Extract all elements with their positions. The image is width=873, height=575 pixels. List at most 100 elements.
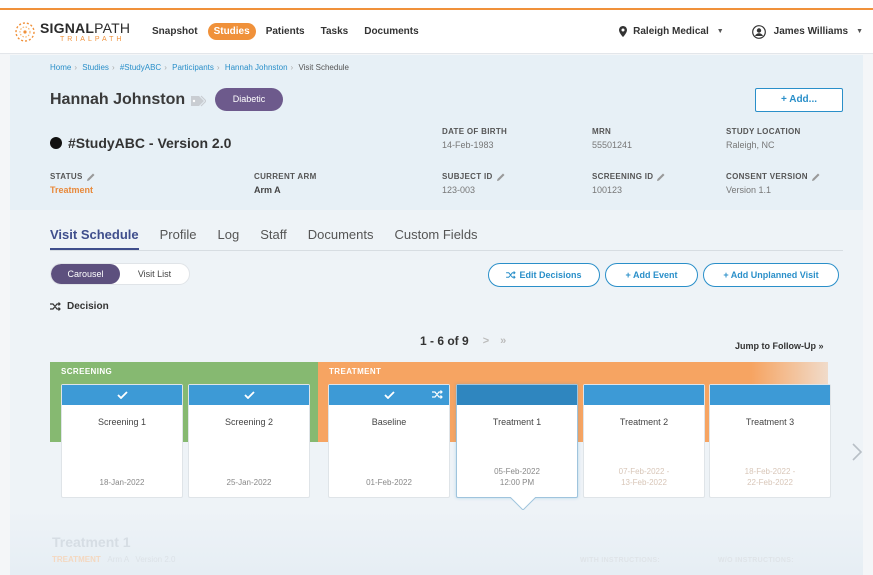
- patient-name: Hannah Johnston: [50, 91, 186, 108]
- location-selector[interactable]: Raleigh Medical ▼: [619, 26, 724, 37]
- tab-profile[interactable]: Profile: [160, 227, 197, 250]
- visit-title: Treatment 1: [492, 417, 542, 427]
- user-name: James Williams: [773, 26, 849, 37]
- study-color-dot: [50, 137, 62, 149]
- visit-card-screening-1[interactable]: Screening 1 18-Jan-2022: [61, 384, 183, 498]
- nav-patients[interactable]: Patients: [266, 26, 305, 37]
- check-icon: [116, 391, 128, 399]
- dob-value: 14-Feb-1983: [442, 140, 494, 150]
- treatment-band-label: TREATMENT: [329, 367, 382, 376]
- visit-time: 12:00 PM: [499, 478, 535, 487]
- logo[interactable]: SIGNALPATH TRIALPATH: [14, 21, 142, 43]
- location-name: Raleigh Medical: [633, 26, 709, 37]
- detail-title: Treatment 1: [52, 534, 131, 550]
- with-instructions-label: WITH INSTRUCTIONS:: [580, 557, 661, 564]
- breadcrumb-patient[interactable]: Hannah Johnston: [225, 63, 288, 72]
- carousel-next-chevron-icon[interactable]: [852, 443, 862, 461]
- visit-card-treatment-2[interactable]: Treatment 2 07-Feb-2022 - 13-Feb-2022: [583, 384, 705, 498]
- pager-next-arrows[interactable]: > »: [483, 335, 511, 347]
- page-content: Home › Studies › #StudyABC › Participants › …: [10, 55, 863, 575]
- nav-documents[interactable]: Documents: [364, 26, 418, 37]
- consent-version-label: CONSENT VERSION: [726, 172, 808, 181]
- subject-id-label: SUBJECT ID: [442, 172, 493, 181]
- selected-card-pointer: [510, 497, 536, 511]
- tag-icon[interactable]: [190, 95, 206, 107]
- diagnosis-badge: Diabetic: [215, 88, 283, 111]
- user-caret-icon: ▼: [856, 28, 863, 35]
- visit-card-treatment-1[interactable]: Treatment 1 05-Feb-2022 12:00 PM: [456, 384, 578, 498]
- field-current-arm: CURRENT ARM Arm A: [254, 172, 317, 195]
- field-mrn: MRN 55501241: [592, 127, 632, 150]
- visit-card-treatment-3[interactable]: Treatment 3 18-Feb-2022 - 22-Feb-2022: [709, 384, 831, 498]
- consent-version-value: Version 1.1: [726, 185, 772, 195]
- tab-log[interactable]: Log: [218, 227, 240, 250]
- check-icon: [243, 391, 255, 399]
- pager: 1 - 6 of 9 > »: [420, 334, 510, 348]
- detail-subtitle: TREATMENT Arm A Version 2.0: [52, 555, 175, 564]
- tab-visit-schedule[interactable]: Visit Schedule: [50, 227, 139, 250]
- visit-title: Screening 1: [97, 417, 147, 427]
- study-location-value: Raleigh, NC: [726, 140, 775, 150]
- field-study-location: STUDY LOCATION Raleigh, NC: [726, 127, 801, 150]
- shuffle-icon: [432, 390, 443, 399]
- tab-staff[interactable]: Staff: [260, 227, 287, 250]
- study-title: #StudyABC - Version 2.0: [50, 135, 231, 151]
- pager-range: 1 - 6 of 9: [420, 334, 469, 348]
- status-value: Treatment: [50, 185, 94, 195]
- edit-consent-pencil-icon[interactable]: [811, 173, 820, 181]
- breadcrumb-study[interactable]: #StudyABC: [120, 63, 161, 72]
- location-caret-icon: ▼: [716, 28, 724, 35]
- without-instructions-label: W/O INSTRUCTIONS:: [718, 557, 794, 564]
- visit-date: 25-Jan-2022: [226, 478, 272, 487]
- screening-id-label: SCREENING ID: [592, 172, 654, 181]
- tab-bar: Visit Schedule Profile Log Staff Documen…: [50, 227, 843, 251]
- patient-header: Home › Studies › #StudyABC › Participants › …: [10, 55, 863, 210]
- field-screening-id: SCREENING ID 100123: [592, 172, 665, 195]
- carousel-option[interactable]: Carousel: [51, 264, 120, 284]
- logo-sub: TRIALPATH: [60, 35, 125, 43]
- tab-documents[interactable]: Documents: [308, 227, 374, 250]
- jump-to-follow-up-link[interactable]: Jump to Follow-Up »: [735, 341, 824, 351]
- add-event-button[interactable]: + Add Event: [605, 263, 698, 287]
- top-accent-bar: [0, 0, 873, 10]
- visit-card-screening-2[interactable]: Screening 2 25-Jan-2022: [188, 384, 310, 498]
- field-status: STATUS Treatment: [50, 172, 95, 195]
- edit-screening-id-pencil-icon[interactable]: [657, 173, 665, 181]
- edit-decisions-button[interactable]: Edit Decisions: [488, 263, 600, 287]
- logo-main-bold: SIGNAL: [40, 19, 95, 36]
- visit-title: Treatment 2: [619, 417, 669, 427]
- breadcrumb-studies[interactable]: Studies: [82, 63, 109, 72]
- add-unplanned-visit-button[interactable]: + Add Unplanned Visit: [703, 263, 839, 287]
- dob-label: DATE OF BIRTH: [442, 127, 508, 136]
- edit-status-pencil-icon[interactable]: [86, 173, 95, 181]
- visit-card-baseline[interactable]: Baseline 01-Feb-2022: [328, 384, 450, 498]
- mrn-label: MRN: [592, 127, 612, 136]
- visit-date: 05-Feb-2022: [494, 467, 540, 476]
- detail-status: TREATMENT: [52, 555, 101, 564]
- breadcrumb-home[interactable]: Home: [50, 63, 71, 72]
- field-subject-id: SUBJECT ID 123-003: [442, 172, 505, 195]
- nav-tasks[interactable]: Tasks: [321, 26, 349, 37]
- add-button[interactable]: + Add...: [755, 88, 843, 112]
- shuffle-icon: [506, 271, 517, 279]
- visit-date: 01-Feb-2022: [366, 478, 412, 487]
- nav-snapshot[interactable]: Snapshot: [152, 26, 198, 37]
- breadcrumb: Home › Studies › #StudyABC › Participants › …: [50, 63, 349, 72]
- visit-list-option[interactable]: Visit List: [120, 264, 189, 284]
- detail-version: Version 2.0: [135, 555, 176, 564]
- field-consent-version: CONSENT VERSION Version 1.1: [726, 172, 820, 195]
- visit-date-start: 07-Feb-2022 -: [618, 467, 670, 476]
- visit-title: Treatment 3: [745, 417, 795, 427]
- logo-icon: [15, 21, 35, 42]
- user-menu[interactable]: James Williams ▼: [751, 24, 863, 39]
- study-location-label: STUDY LOCATION: [726, 127, 801, 136]
- current-arm-value: Arm A: [254, 185, 281, 195]
- breadcrumb-participants[interactable]: Participants: [172, 63, 214, 72]
- top-navigation: SIGNALPATH TRIALPATH Snapshot Studies Pa…: [0, 10, 873, 54]
- check-icon: [383, 391, 395, 399]
- edit-subject-id-pencil-icon[interactable]: [496, 173, 505, 181]
- nav-studies[interactable]: Studies: [207, 23, 256, 40]
- visit-date-end: 13-Feb-2022: [621, 478, 667, 487]
- tab-custom-fields[interactable]: Custom Fields: [394, 227, 477, 250]
- decision-legend: Decision: [50, 301, 109, 312]
